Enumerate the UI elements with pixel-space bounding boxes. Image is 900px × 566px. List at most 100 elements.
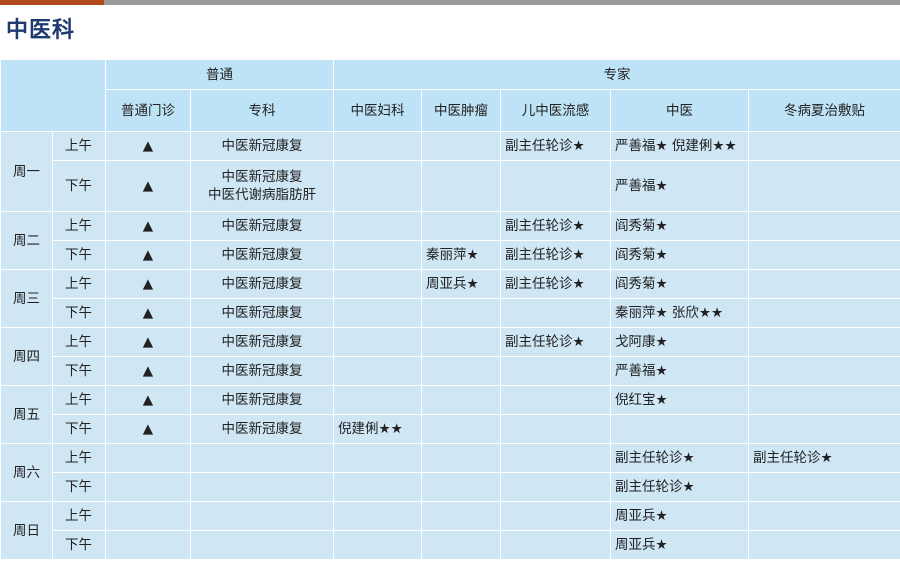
day-label: 周六: [0, 443, 53, 502]
schedule-cell: [421, 443, 501, 473]
day-label: 周二: [0, 211, 53, 270]
day-label: 周四: [0, 327, 53, 386]
schedule-cell: 副主任轮诊★: [747, 443, 900, 473]
schedule-cell: [421, 131, 501, 161]
schedule-cell: [747, 414, 900, 444]
schedule-cell: 周亚兵★: [421, 269, 501, 299]
schedule-cell: [747, 356, 900, 386]
schedule-cell: [190, 443, 334, 473]
day-label: 周一: [0, 131, 53, 212]
schedule-cell: [421, 298, 501, 328]
column-header: 专科: [190, 89, 334, 132]
schedule-cell: 中医新冠康复: [190, 211, 334, 241]
column-header: 中医: [610, 89, 749, 132]
period-label: 上午: [52, 443, 106, 473]
page-title: 中医科: [6, 18, 76, 43]
period-label: 上午: [52, 131, 106, 161]
schedule-cell: 倪红宝★: [610, 385, 749, 415]
schedule-cell: [500, 443, 611, 473]
schedule-cell: 中医新冠康复: [190, 356, 334, 386]
schedule-cell: 副主任轮诊★: [500, 211, 611, 241]
period-label: 上午: [52, 211, 106, 241]
schedule-cell: 中医新冠康复: [190, 240, 334, 270]
period-label: 下午: [52, 472, 106, 502]
schedule-cell: [747, 530, 900, 560]
schedule-cell: 副主任轮诊★: [500, 131, 611, 161]
schedule-cell: [333, 385, 422, 415]
schedule-cell: ▲: [105, 131, 191, 161]
schedule-cell: ▲: [105, 160, 191, 212]
day-label: 周日: [0, 501, 53, 560]
schedule-cell: 周亚兵★: [610, 501, 749, 531]
schedule-cell: [500, 472, 611, 502]
table-row: 周日 上午 周亚兵★: [0, 501, 900, 560]
top-accent-bar: [0, 0, 104, 5]
schedule-cell: [747, 298, 900, 328]
schedule-cell: [500, 501, 611, 531]
cell-line: 中医新冠康复: [221, 169, 303, 185]
schedule-cell: 倪建俐★★: [333, 414, 422, 444]
period-label: 上午: [52, 501, 106, 531]
table-row: 周四 上午 ▲ 中医新冠康复 副主任轮诊★ 戈阿康★: [0, 327, 900, 386]
schedule-cell: 副主任轮诊★: [500, 327, 611, 357]
schedule-cell: ▲: [105, 240, 191, 270]
schedule-cell: ▲: [105, 327, 191, 357]
period-label: 下午: [52, 298, 106, 328]
day-label: 周三: [0, 269, 53, 328]
schedule-cell: 中医新冠康复 中医代谢病脂肪肝: [190, 160, 334, 212]
period-label: 下午: [52, 356, 106, 386]
column-header: 中医妇科: [333, 89, 422, 132]
schedule-cell: [333, 160, 422, 212]
schedule-cell: 副主任轮诊★: [500, 269, 611, 299]
schedule-cell: [105, 472, 191, 502]
top-decor-bar: [0, 0, 900, 5]
schedule-cell: [190, 530, 334, 560]
schedule-cell: [333, 356, 422, 386]
schedule-cell: 严善福★: [610, 160, 749, 212]
schedule-cell: [747, 501, 900, 531]
schedule-cell: [421, 327, 501, 357]
table-row: 周三 上午 ▲ 中医新冠康复 周亚兵★ 副主任轮诊★ 阎秀菊★: [0, 269, 900, 328]
period-label: 上午: [52, 269, 106, 299]
table-row: 下午 ▲ 中医新冠康复 秦丽萍★ 张欣★★: [1, 298, 900, 328]
schedule-cell: [190, 501, 334, 531]
schedule-cell: [747, 327, 900, 357]
table-row: 下午 ▲ 中医新冠康复 倪建俐★★: [1, 414, 900, 444]
schedule-cell: [421, 211, 501, 241]
schedule-cell: [333, 240, 422, 270]
schedule-cell: 阎秀菊★: [610, 211, 749, 241]
schedule-cell: [105, 530, 191, 560]
schedule-cell: 戈阿康★: [610, 327, 749, 357]
table-row: 周二 上午 ▲ 中医新冠康复 副主任轮诊★ 阎秀菊★: [0, 211, 900, 270]
schedule-cell: [333, 131, 422, 161]
schedule-cell: 副主任轮诊★: [610, 472, 749, 502]
table-row: 下午 周亚兵★: [1, 530, 900, 560]
period-label: 上午: [52, 385, 106, 415]
period-label: 下午: [52, 530, 106, 560]
table-row: 下午 ▲ 中医新冠康复 严善福★: [1, 356, 900, 386]
schedule-cell: [333, 298, 422, 328]
schedule-cell: 阎秀菊★: [610, 240, 749, 270]
schedule-cell: [500, 414, 611, 444]
schedule-cell: [333, 211, 422, 241]
schedule-cell: [421, 501, 501, 531]
schedule-cell: [500, 160, 611, 212]
period-label: 上午: [52, 327, 106, 357]
column-header: 儿中医流感: [500, 89, 611, 132]
schedule-cell: [500, 356, 611, 386]
period-label: 下午: [52, 240, 106, 270]
column-header: 普通门诊: [105, 89, 191, 132]
schedule-cell: [421, 472, 501, 502]
schedule-cell: [500, 530, 611, 560]
schedule-cell: 中医新冠康复: [190, 414, 334, 444]
schedule-cell: ▲: [105, 385, 191, 415]
schedule-cell: [333, 501, 422, 531]
period-label: 下午: [52, 414, 106, 444]
schedule-cell: [190, 472, 334, 502]
schedule-cell: ▲: [105, 298, 191, 328]
schedule-body: 周一 上午 ▲ 中医新冠康复 副主任轮诊★ 严善福★ 倪建俐★★ 下午 ▲ 中医新冠康复 中医代谢…: [0, 131, 900, 560]
schedule-cell: 副主任轮诊★: [610, 443, 749, 473]
schedule-cell: 周亚兵★: [610, 530, 749, 560]
schedule-cell: [610, 414, 749, 444]
schedule-cell: [500, 298, 611, 328]
